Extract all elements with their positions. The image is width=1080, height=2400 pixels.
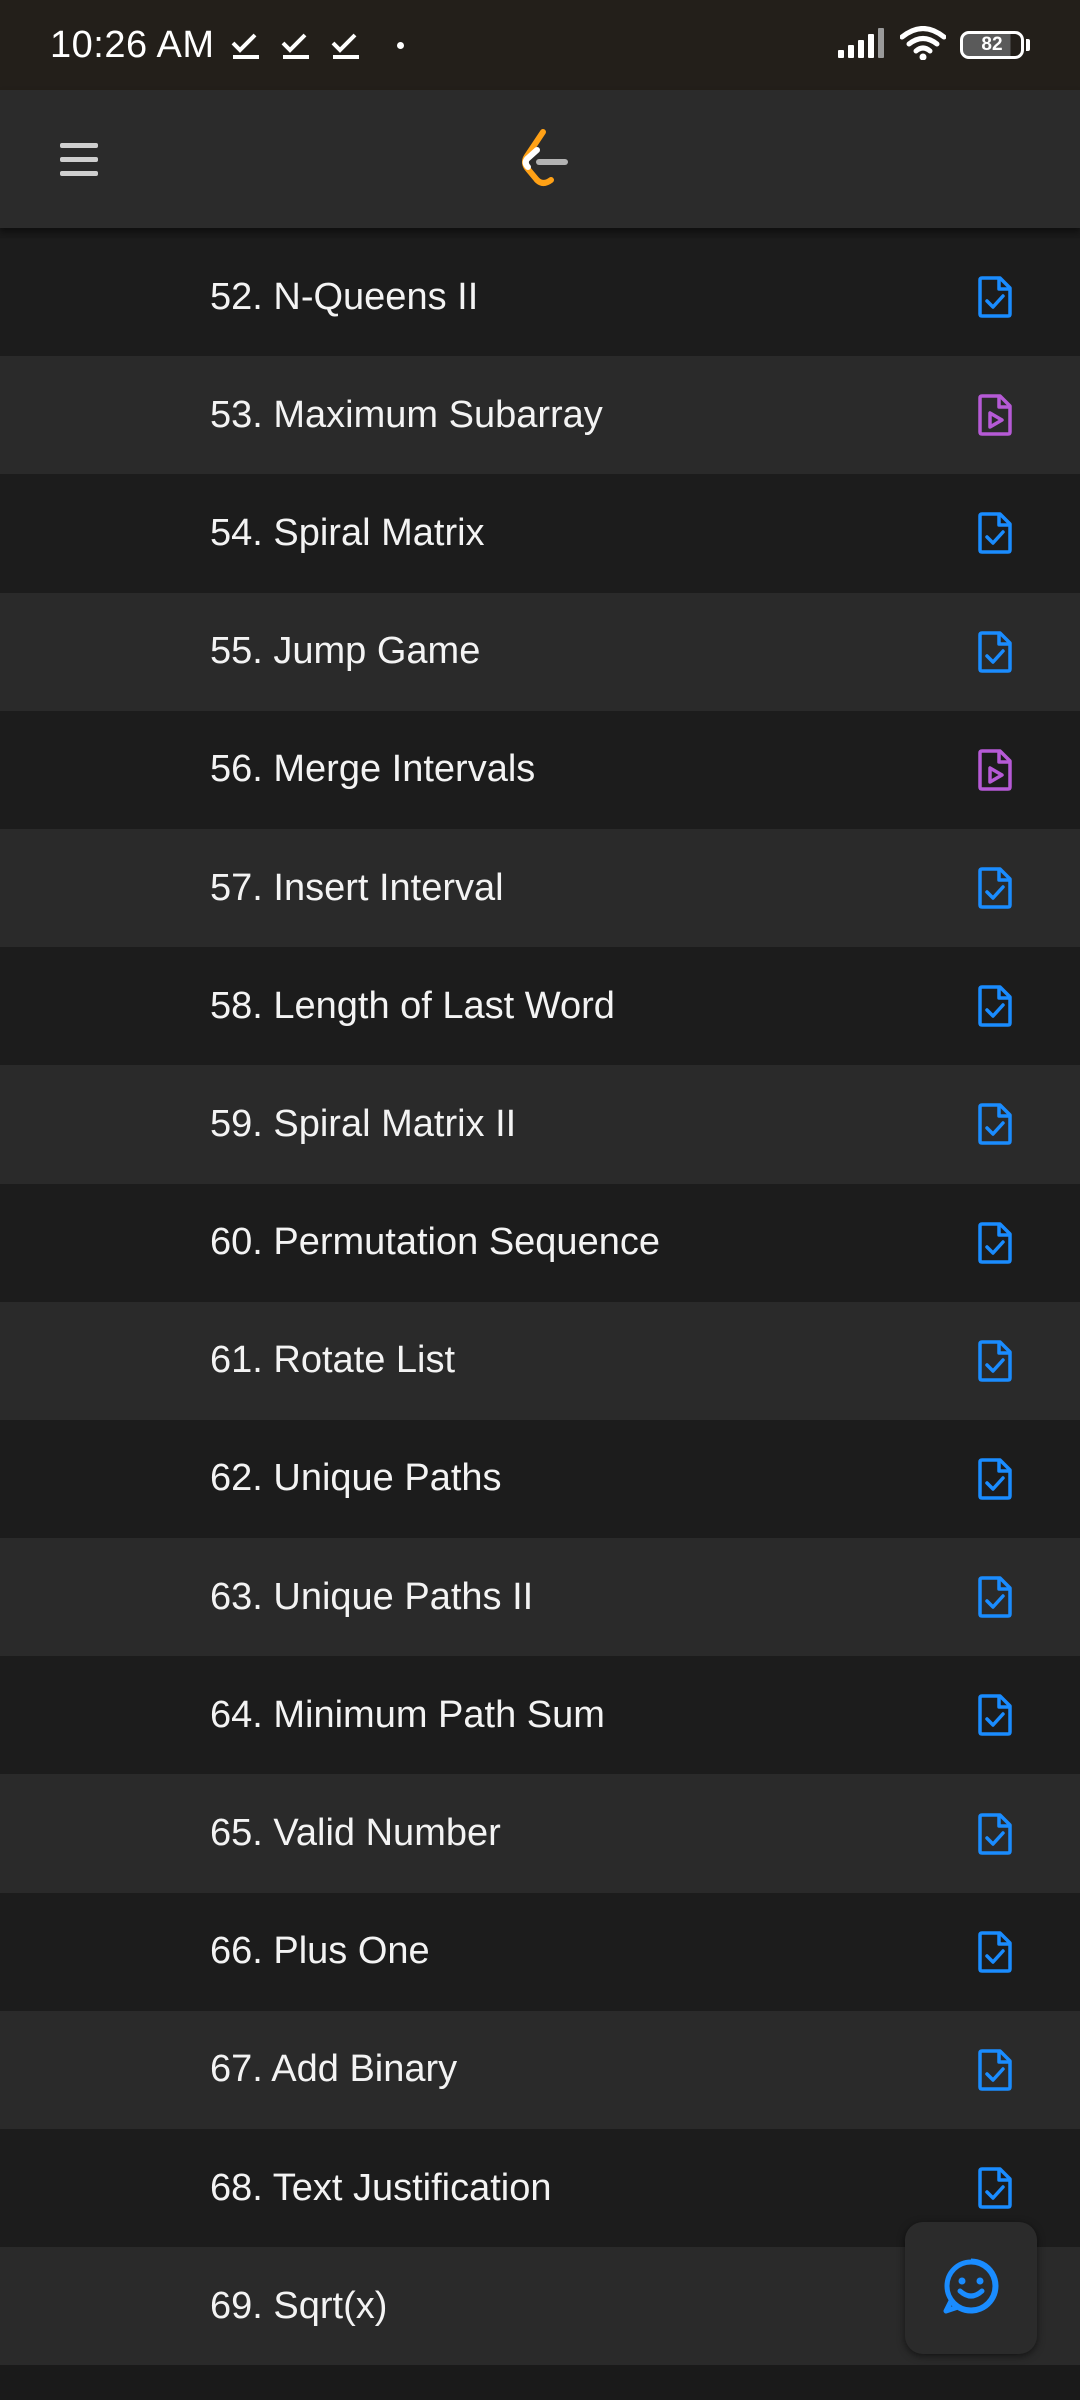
check-icon (279, 27, 315, 63)
problem-row[interactable]: 67. Add Binary (0, 2010, 1080, 2129)
problem-row[interactable]: 65. Valid Number (0, 1774, 1080, 1893)
problem-title: 65. Valid Number (210, 1812, 501, 1855)
problem-row[interactable]: 57. Insert Interval (0, 828, 1080, 948)
status-bar: 10:26 AM 82 (0, 0, 1080, 90)
solution-document-icon[interactable] (973, 1812, 1017, 1856)
problem-title: 58. Length of Last Word (210, 984, 615, 1027)
status-time: 10:26 AM (50, 23, 215, 66)
solution-document-icon[interactable] (973, 275, 1017, 319)
problem-list: 52. N-Queens II 53. Maximum Subarray 54.… (0, 238, 1080, 2366)
problem-title: 64. Minimum Path Sum (210, 1693, 605, 1736)
solution-document-icon[interactable] (973, 1457, 1017, 1501)
more-notifications-dot (396, 41, 404, 49)
app-header (0, 90, 1080, 228)
solution-document-icon[interactable] (973, 1575, 1017, 1619)
smiley-feedback-icon (941, 2256, 1001, 2321)
wifi-icon (899, 25, 947, 65)
problem-row[interactable]: 58. Length of Last Word (0, 947, 1080, 1066)
problem-row[interactable]: 63. Unique Paths II (0, 1538, 1080, 1657)
video-document-icon[interactable] (973, 393, 1017, 437)
cell-signal-icon (838, 27, 886, 63)
problem-title: 56. Merge Intervals (210, 748, 536, 791)
problem-row[interactable]: 64. Minimum Path Sum (0, 1656, 1080, 1775)
problem-title: 57. Insert Interval (210, 866, 504, 909)
notification-icons (229, 27, 404, 63)
problem-row[interactable]: 59. Spiral Matrix II (0, 1065, 1080, 1184)
video-document-icon[interactable] (973, 748, 1017, 792)
problem-row[interactable]: 56. Merge Intervals (0, 710, 1080, 829)
problem-title: 61. Rotate List (210, 1339, 456, 1382)
problem-row[interactable]: 61. Rotate List (0, 1301, 1080, 1420)
leetcode-logo-icon[interactable] (515, 126, 575, 192)
status-indicators: 82 (838, 25, 1030, 65)
solution-document-icon[interactable] (973, 2166, 1017, 2210)
problem-title: 67. Add Binary (210, 2048, 458, 2091)
problem-title: 54. Spiral Matrix (210, 511, 485, 554)
solution-document-icon[interactable] (973, 1102, 1017, 1146)
problem-title: 68. Text Justification (210, 2166, 552, 2209)
problem-title: 63. Unique Paths II (210, 1575, 534, 1618)
problem-row[interactable]: 60. Permutation Sequence (0, 1183, 1080, 1302)
solution-document-icon[interactable] (973, 984, 1017, 1028)
battery-icon: 82 (960, 30, 1030, 60)
check-icon (329, 27, 365, 63)
solution-document-icon[interactable] (973, 1693, 1017, 1737)
problem-title: 69. Sqrt(x) (210, 2284, 388, 2327)
problem-row[interactable]: 55. Jump Game (0, 592, 1080, 711)
problem-row[interactable]: 66. Plus One (0, 1892, 1080, 2011)
solution-document-icon[interactable] (973, 1339, 1017, 1383)
solution-document-icon[interactable] (973, 1221, 1017, 1265)
problem-title: 59. Spiral Matrix II (210, 1102, 517, 1145)
feedback-button[interactable] (905, 2222, 1037, 2354)
battery-level: 82 (960, 31, 1024, 59)
hamburger-menu-icon[interactable] (60, 134, 110, 184)
problem-title: 62. Unique Paths (210, 1457, 502, 1500)
solution-document-icon[interactable] (973, 2048, 1017, 2092)
problem-row[interactable]: 52. N-Queens II (0, 238, 1080, 357)
problem-row[interactable]: 53. Maximum Subarray (0, 356, 1080, 475)
check-icon (229, 27, 265, 63)
problem-title: 60. Permutation Sequence (210, 1221, 660, 1264)
problem-title: 53. Maximum Subarray (210, 393, 603, 436)
problem-title: 55. Jump Game (210, 630, 481, 673)
solution-document-icon[interactable] (973, 630, 1017, 674)
solution-document-icon[interactable] (973, 866, 1017, 910)
problem-title: 52. N-Queens II (210, 275, 479, 318)
solution-document-icon[interactable] (973, 511, 1017, 555)
problem-row[interactable]: 54. Spiral Matrix (0, 474, 1080, 593)
problem-row[interactable]: 62. Unique Paths (0, 1419, 1080, 1539)
problem-title: 66. Plus One (210, 1930, 430, 1973)
solution-document-icon[interactable] (973, 1930, 1017, 1974)
